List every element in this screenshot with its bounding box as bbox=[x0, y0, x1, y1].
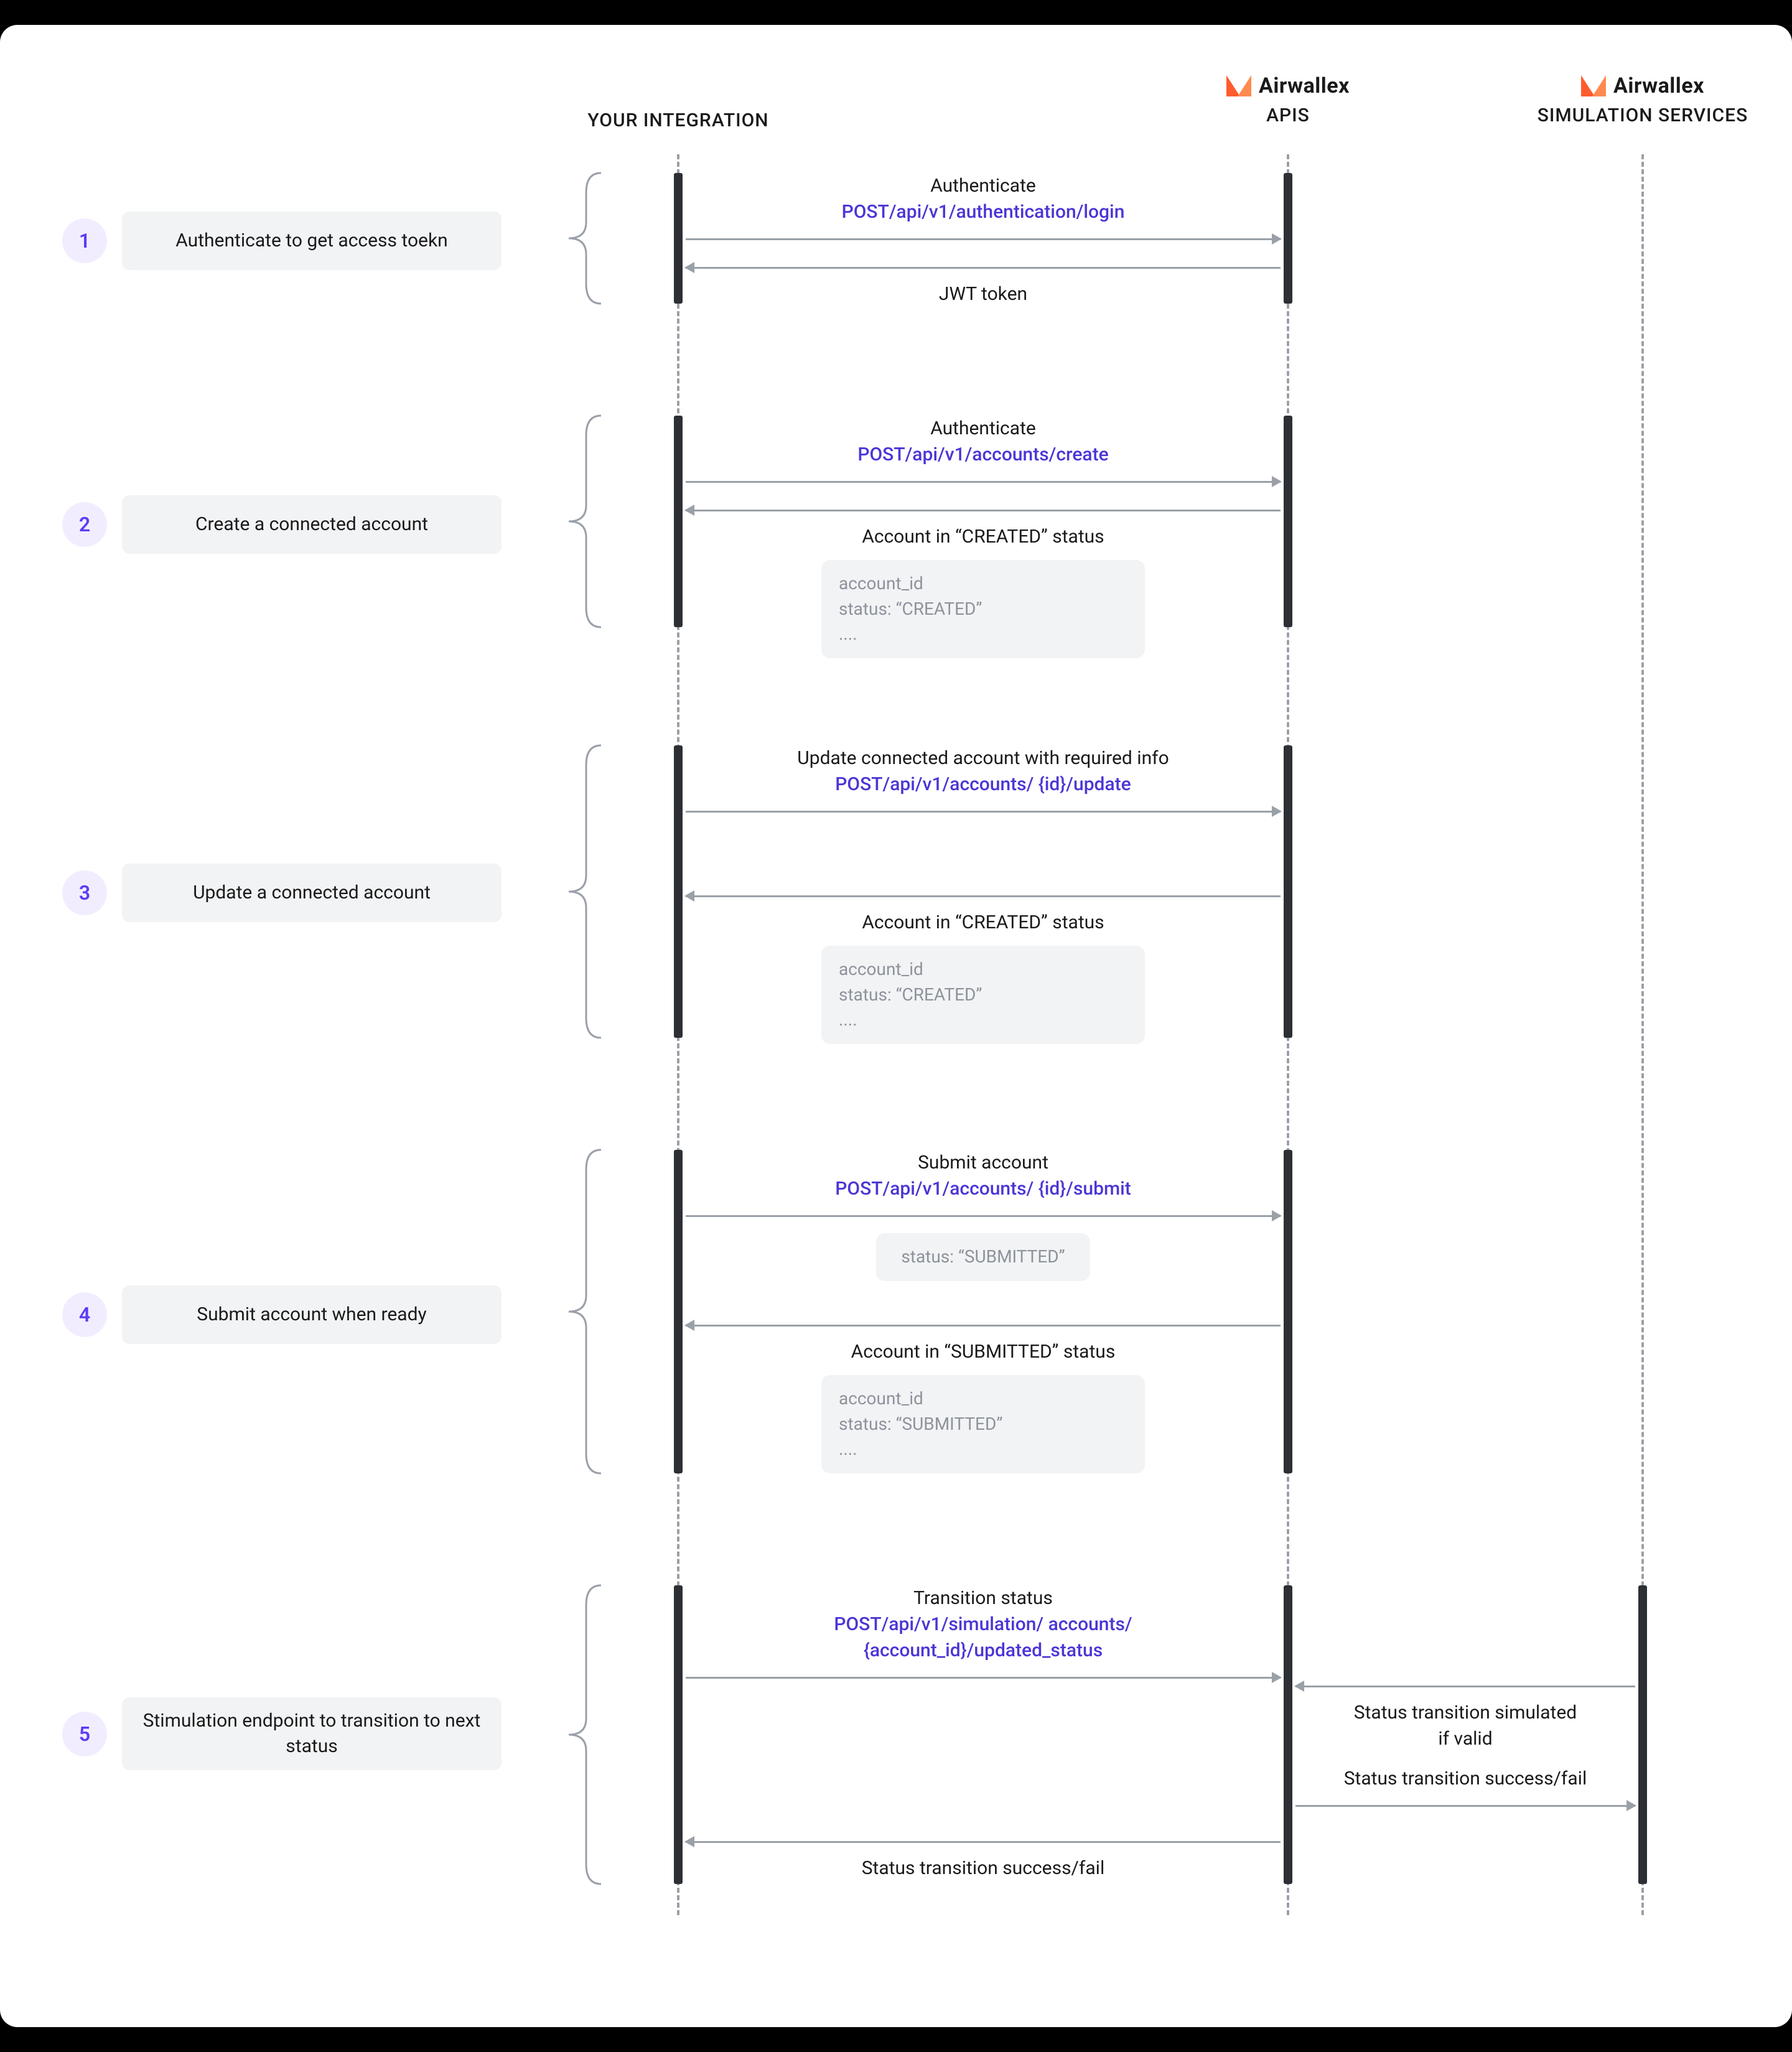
message-label: Status transition simulated bbox=[1354, 1700, 1577, 1726]
api-endpoint: POST/api/v1/simulation/ accounts/ bbox=[834, 1611, 1132, 1638]
message-label: Authenticate bbox=[930, 416, 1036, 442]
activation-bar bbox=[674, 173, 683, 304]
airwallex-logo-icon bbox=[1581, 75, 1606, 96]
activation-bar bbox=[1284, 173, 1292, 304]
message: AuthenticatePOST/api/v1/accounts/create bbox=[686, 416, 1281, 489]
step-label: Update a connected account bbox=[122, 864, 502, 922]
activation-bar bbox=[674, 416, 683, 627]
message-label: JWT token bbox=[939, 281, 1027, 307]
message-label: Authenticate bbox=[930, 173, 1036, 199]
message: Account in “CREATED” status account_idsta… bbox=[686, 888, 1281, 1044]
lane-header-sim: Airwallex SIMULATION SERVICES bbox=[1493, 73, 1792, 126]
message: Transition statusPOST/api/v1/simulation/… bbox=[686, 1585, 1281, 1685]
step-row: 5 Stimulation endpoint to transition to n… bbox=[62, 1697, 502, 1770]
activation-bar bbox=[1284, 1150, 1292, 1473]
api-endpoint: POST/api/v1/authentication/login bbox=[842, 199, 1125, 225]
step-number: 4 bbox=[62, 1292, 107, 1337]
lane-headers: YOUR INTEGRATION Airwallex APIS Airwalle… bbox=[62, 62, 1730, 154]
payload-box: account_idstatus: “SUBMITTED”.... bbox=[821, 1375, 1145, 1473]
lane-header-apis: Airwallex APIS bbox=[1176, 73, 1400, 126]
message: JWT token bbox=[686, 260, 1281, 307]
activation-bar bbox=[1284, 1585, 1292, 1884]
message-label: Submit account bbox=[918, 1150, 1048, 1176]
api-endpoint: POST/api/v1/accounts/ {id}/update bbox=[835, 772, 1131, 798]
brand-name: Airwallex bbox=[1259, 73, 1350, 98]
activation-bar bbox=[674, 1585, 683, 1884]
message-label: if valid bbox=[1438, 1726, 1492, 1752]
step-row: 2 Create a connected account bbox=[62, 495, 502, 554]
brace-icon bbox=[566, 170, 601, 306]
message: Status transition success/fail bbox=[686, 1834, 1281, 1882]
step-label: Authenticate to get access toekn bbox=[122, 212, 502, 270]
activation-bar bbox=[1284, 416, 1292, 627]
message-label: Update connected account with required i… bbox=[797, 745, 1169, 772]
brace-icon bbox=[566, 413, 601, 630]
page: YOUR INTEGRATION Airwallex APIS Airwalle… bbox=[0, 25, 1792, 2027]
lane-title: SIMULATION SERVICES bbox=[1493, 105, 1792, 126]
message: Status transition success/fail bbox=[1295, 1766, 1635, 1813]
lane-title: YOUR INTEGRATION bbox=[560, 110, 796, 131]
message: AuthenticatePOST/api/v1/authentication/l… bbox=[686, 173, 1281, 246]
message-label: Account in “SUBMITTED” status bbox=[851, 1339, 1116, 1365]
message-label: Transition status bbox=[913, 1585, 1053, 1611]
brand-name: Airwallex bbox=[1613, 73, 1704, 98]
api-endpoint: {account_id}/updated_status bbox=[864, 1638, 1103, 1664]
lane-header-integration: YOUR INTEGRATION bbox=[560, 110, 796, 131]
step-row: 1 Authenticate to get access toekn bbox=[62, 212, 502, 270]
activation-bar bbox=[1284, 745, 1292, 1038]
message: Account in “SUBMITTED” status account_ids… bbox=[686, 1318, 1281, 1473]
message: Update connected account with required i… bbox=[686, 745, 1281, 819]
payload-box: account_idstatus: “CREATED”.... bbox=[821, 560, 1145, 658]
message: Submit accountPOST/api/v1/accounts/ {id}… bbox=[686, 1150, 1281, 1281]
step-label: Stimulation endpoint to transition to ne… bbox=[122, 1697, 502, 1770]
api-endpoint: POST/api/v1/accounts/ {id}/submit bbox=[835, 1176, 1131, 1202]
step-number: 3 bbox=[62, 870, 107, 915]
activation-bar bbox=[1638, 1585, 1647, 1884]
message-label: Account in “CREATED” status bbox=[862, 524, 1104, 550]
message: Status transition simulatedif valid bbox=[1295, 1679, 1635, 1752]
message-label: Status transition success/fail bbox=[862, 1855, 1105, 1882]
message: Account in “CREATED” status account_idsta… bbox=[686, 503, 1281, 658]
payload-box: status: “SUBMITTED” bbox=[876, 1233, 1090, 1281]
message-label: Status transition success/fail bbox=[1344, 1766, 1587, 1792]
step-number: 1 bbox=[62, 218, 107, 263]
step-row: 4 Submit account when ready bbox=[62, 1285, 502, 1344]
payload-box: account_idstatus: “CREATED”.... bbox=[821, 946, 1145, 1044]
lane-title: APIS bbox=[1176, 105, 1400, 126]
brace-icon bbox=[566, 1147, 601, 1476]
activation-bar bbox=[674, 745, 683, 1038]
brace-icon bbox=[566, 1583, 601, 1886]
step-label: Create a connected account bbox=[122, 495, 502, 554]
step-row: 3 Update a connected account bbox=[62, 864, 502, 922]
step-label: Submit account when ready bbox=[122, 1285, 502, 1344]
step-number: 2 bbox=[62, 502, 107, 547]
message-label: Account in “CREATED” status bbox=[862, 910, 1104, 936]
sequence-diagram: 1 Authenticate to get access toekn Authent… bbox=[62, 154, 1730, 1915]
activation-bar bbox=[674, 1150, 683, 1473]
step-number: 5 bbox=[62, 1712, 107, 1756]
airwallex-logo-icon bbox=[1226, 75, 1251, 96]
api-endpoint: POST/api/v1/accounts/create bbox=[857, 442, 1108, 468]
brace-icon bbox=[566, 743, 601, 1040]
